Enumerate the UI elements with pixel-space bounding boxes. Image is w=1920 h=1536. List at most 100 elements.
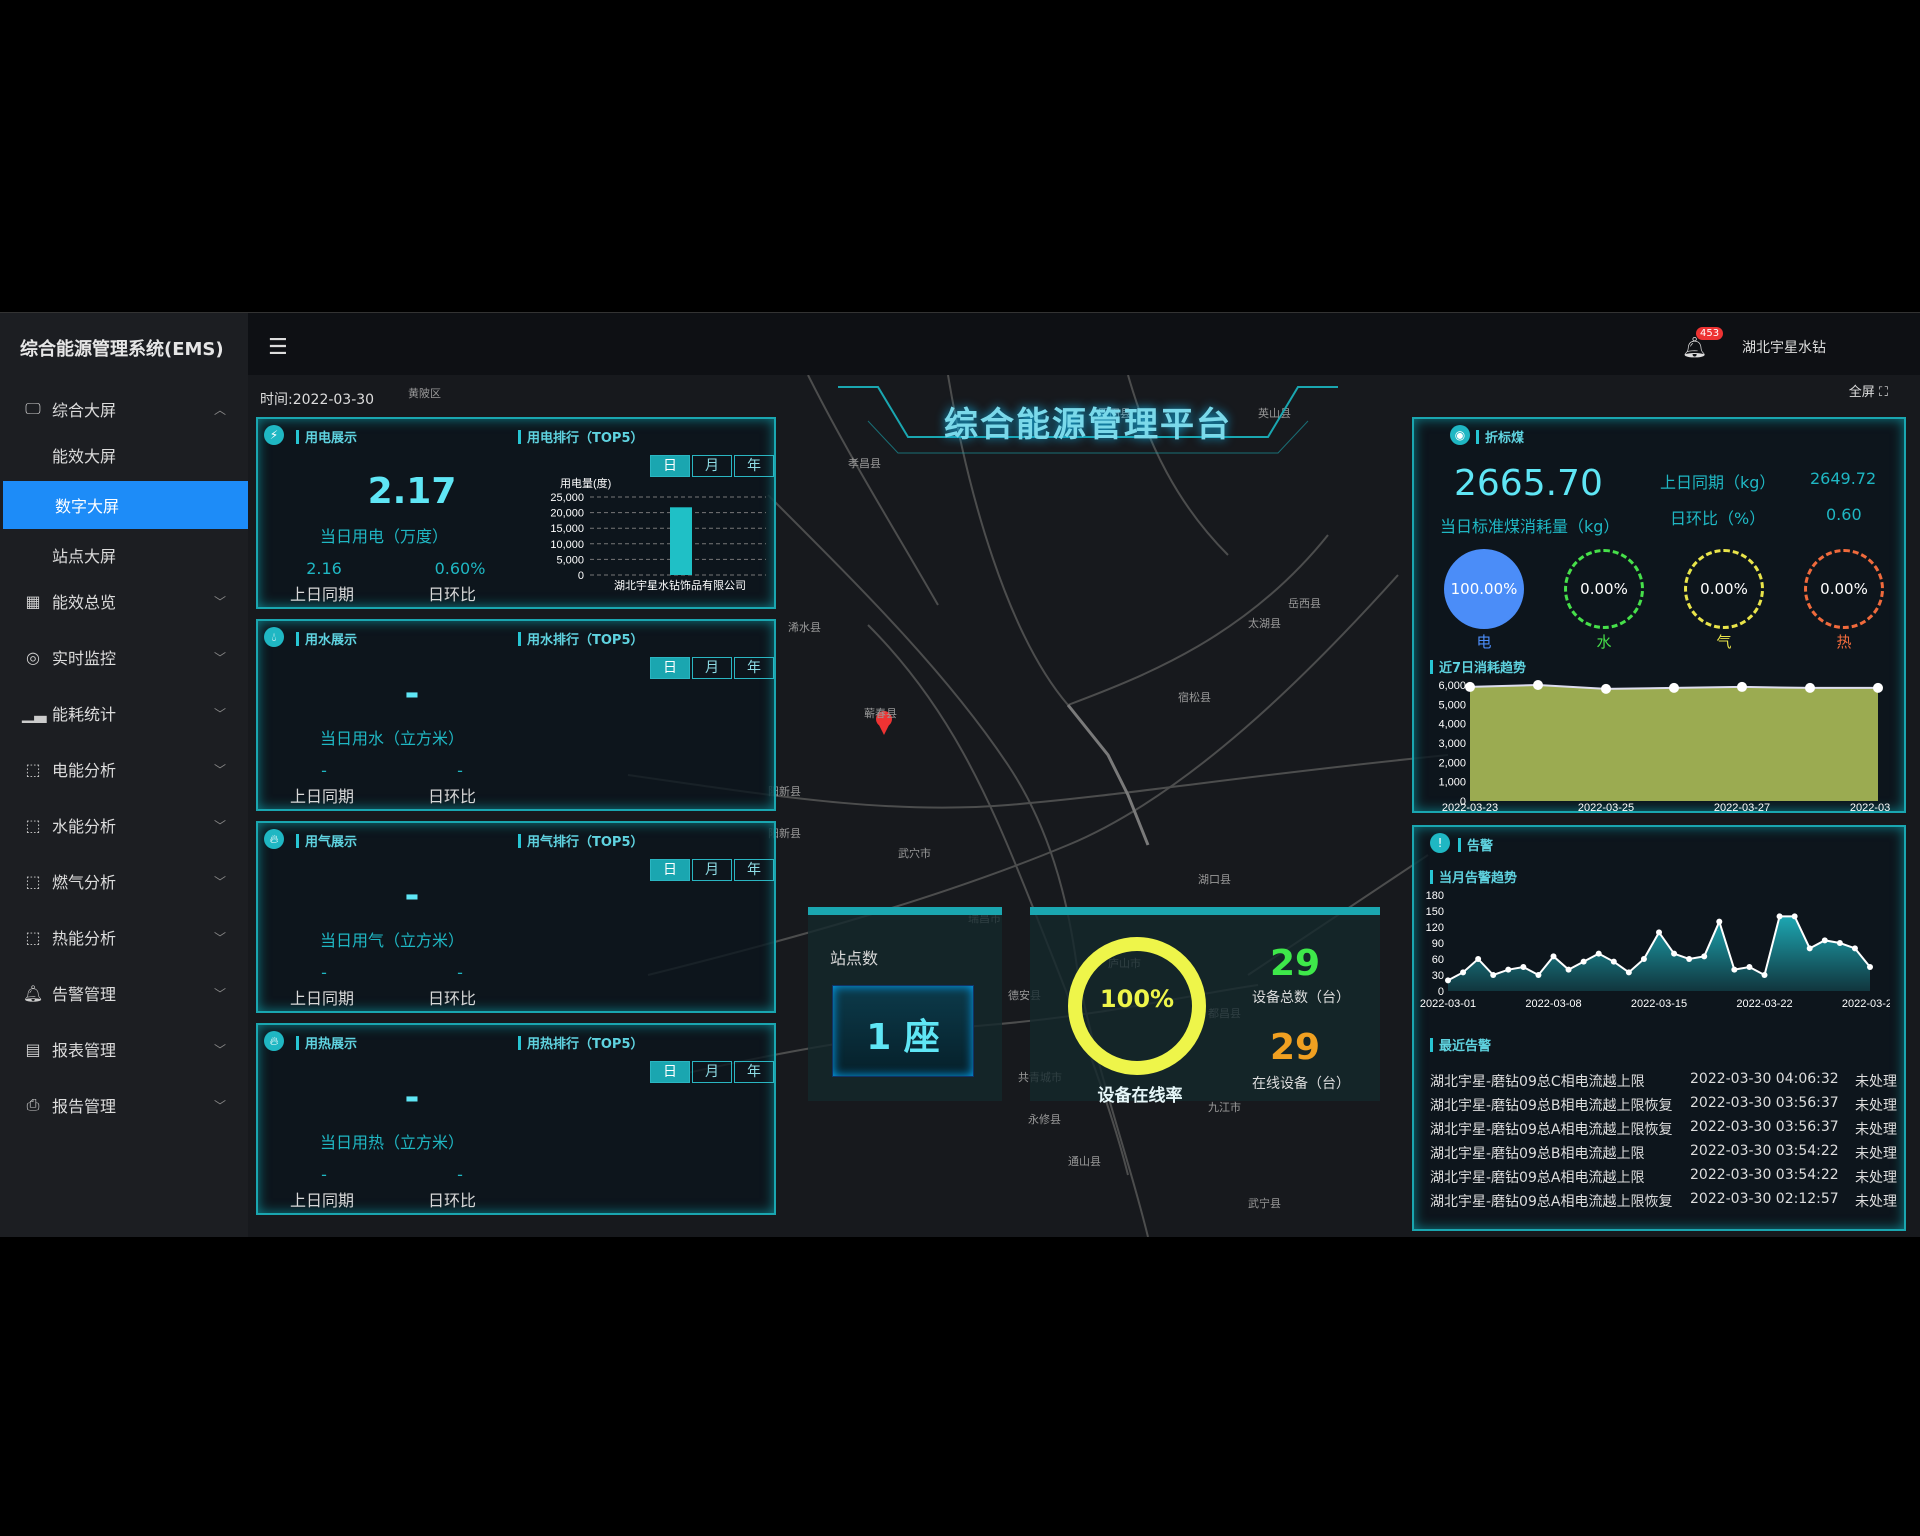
alarm-row[interactable]: 湖北宇星-磨钻09总B相电流越上限恢复 2022-03-30 03:56:37 未处… bbox=[1430, 1095, 1910, 1115]
alarm-panel: ! 告警 当月告警趋势 0 30 60 90 120 150 180 2022-03-01 20… bbox=[1412, 825, 1906, 1231]
alarm-row[interactable]: 湖北宇星-磨钻09总B相电流越上限 2022-03-30 03:54:22 未处理 bbox=[1430, 1143, 1910, 1163]
area-point bbox=[1565, 966, 1572, 973]
gas-prev-value: - bbox=[321, 963, 327, 982]
alarm-name: 湖北宇星-磨钻09总C相电流越上限 bbox=[1430, 1074, 1645, 1090]
area-xtick-label: 2022-03-29 bbox=[1842, 998, 1890, 1009]
nav-station-screen[interactable]: 站点大屏 bbox=[0, 531, 248, 579]
tab-year[interactable]: 年 bbox=[734, 1061, 774, 1083]
ratio-ring-label: 气 bbox=[1716, 633, 1732, 651]
header-right: 🔔︎ 453 湖北宇星水钻 bbox=[1660, 313, 1920, 375]
area-xtick-label: 2022-03-25 bbox=[1578, 802, 1634, 813]
nav-digital-screen[interactable]: 数字大屏 bbox=[3, 481, 248, 529]
tab-month[interactable]: 月 bbox=[692, 455, 732, 477]
tab-day[interactable]: 日 bbox=[650, 455, 690, 477]
menu-toggle-icon[interactable]: ☰ bbox=[268, 335, 288, 360]
elec-rank-title: 用电排行（TOP5） bbox=[518, 427, 644, 446]
alarm-row[interactable]: 湖北宇星-磨钻09总A相电流越上限恢复 2022-03-30 03:56:37 未处… bbox=[1430, 1119, 1910, 1139]
app-title: 综合能源管理系统(EMS) bbox=[20, 339, 224, 360]
document-icon: ▤ bbox=[25, 1039, 41, 1059]
alarm-name: 湖北宇星-磨钻09总B相电流越上限恢复 bbox=[1430, 1098, 1673, 1114]
area-point bbox=[1460, 969, 1467, 976]
area-point bbox=[1851, 945, 1858, 952]
nav-label: 水能分析 bbox=[52, 817, 117, 836]
user-name[interactable]: 湖北宇星水钻 bbox=[1742, 337, 1826, 357]
area-point bbox=[1490, 972, 1497, 978]
alarm-title: 告警 bbox=[1458, 835, 1493, 854]
nav-efficiency-screen[interactable]: 能效大屏 bbox=[0, 431, 248, 479]
app-window: 综合能源管理系统(EMS) 🖵︎ 综合大屏 ︿ 能效大屏数字大屏站点大屏 ▦ 能效总览 ﹀ ◎… bbox=[0, 312, 1920, 1237]
elec-rank-chart: 用电量(度) 0 5,000 10,000 15,000 20,000 25,000 湖北宇星… bbox=[550, 476, 766, 592]
nav-comprehensive-screen[interactable]: 🖵︎ 综合大屏 ︿ bbox=[0, 385, 248, 433]
tab-year[interactable]: 年 bbox=[734, 455, 774, 477]
tab-month[interactable]: 月 bbox=[692, 1061, 732, 1083]
alarm-row[interactable]: 湖北宇星-磨钻09总C相电流越上限 2022-03-30 04:06:32 未处理 bbox=[1430, 1071, 1910, 1091]
heat-prev-value: - bbox=[321, 1165, 327, 1184]
map-place-label: 黄陂区 bbox=[408, 387, 441, 400]
bar-ytick-label: 5,000 bbox=[556, 554, 584, 566]
nav-consumption-stats[interactable]: ▁▃ 能耗统计 ﹀ bbox=[0, 689, 248, 737]
nav-label: 电能分析 bbox=[52, 761, 117, 780]
alarm-row[interactable]: 湖北宇星-磨钻09总A相电流越上限 2022-03-30 03:54:22 未处理 bbox=[1430, 1167, 1910, 1187]
nav-label: 热能分析 bbox=[52, 929, 117, 948]
sidebar: 综合能源管理系统(EMS) 🖵︎ 综合大屏 ︿ 能效大屏数字大屏站点大屏 ▦ 能效总览 ﹀ ◎… bbox=[0, 313, 248, 1237]
tab-year[interactable]: 年 bbox=[734, 859, 774, 881]
nav-report-docs[interactable]: ⎙ 报告管理 ﹀ bbox=[0, 1081, 248, 1129]
monitor-icon: 🖵︎ bbox=[25, 399, 41, 418]
recent-alarm-title: 最近告警 bbox=[1430, 1035, 1491, 1054]
area-point bbox=[1746, 964, 1753, 970]
fullscreen-button[interactable]: 全屏 ⛶ bbox=[1849, 381, 1888, 400]
area-fill bbox=[1448, 916, 1870, 991]
elec-value: 2.17 bbox=[367, 471, 457, 512]
heat-panel: 🔥︎ 用热展示 用热排行（TOP5） 日 月 年 - 当日用热（立方米） - -… bbox=[256, 1023, 776, 1215]
alarm-time: 2022-03-30 03:56:37 bbox=[1690, 1119, 1839, 1135]
line-chart-icon: ⬚ bbox=[25, 815, 41, 835]
area-point bbox=[1595, 950, 1602, 957]
area-ytick-label: 1,000 bbox=[1438, 777, 1466, 789]
map-place-label: 浠水县 bbox=[788, 621, 821, 634]
area-point bbox=[1806, 945, 1813, 952]
coal-panel: ◉ 折标煤 2665.70 当日标准煤消耗量（kg） 上日同期（kg） 2649… bbox=[1412, 417, 1906, 813]
area-xtick-label: 2022-03-27 bbox=[1714, 802, 1770, 813]
tab-month[interactable]: 月 bbox=[692, 657, 732, 679]
nav-label: 能效大屏 bbox=[52, 447, 117, 466]
area-xtick-label: 2022-03-01 bbox=[1420, 998, 1476, 1009]
area-point bbox=[1686, 956, 1693, 962]
tab-day[interactable]: 日 bbox=[650, 657, 690, 679]
alarm-row[interactable]: 湖北宇星-磨钻09总A相电流越上限恢复 2022-03-30 02:12:57 未处… bbox=[1430, 1191, 1910, 1211]
coal-trend-title: 近7日消耗趋势 bbox=[1430, 657, 1526, 676]
tab-month[interactable]: 月 bbox=[692, 859, 732, 881]
water-panel: 💧︎ 用水展示 用水排行（TOP5） 日 月 年 - 当日用水（立方米） - -… bbox=[256, 619, 776, 811]
nav-efficiency-overview[interactable]: ▦ 能效总览 ﹀ bbox=[0, 577, 248, 625]
area-xtick-label: 2022-03-23 bbox=[1442, 802, 1498, 813]
nav-alarm-management[interactable]: 🔔︎ 告警管理 ﹀ bbox=[0, 969, 248, 1017]
alarm-status: 未处理 bbox=[1855, 1074, 1897, 1090]
area-point bbox=[1580, 958, 1587, 965]
ratio-ring-label: 水 bbox=[1596, 633, 1612, 651]
tab-day[interactable]: 日 bbox=[650, 859, 690, 881]
nav-label: 实时监控 bbox=[52, 649, 117, 668]
nav-heat-analysis[interactable]: ⬚ 热能分析 ﹀ bbox=[0, 913, 248, 961]
nav-electric-analysis[interactable]: ⬚ 电能分析 ﹀ bbox=[0, 745, 248, 793]
nav-realtime-monitor[interactable]: ◎ 实时监控 ﹀ bbox=[0, 633, 248, 681]
area-point bbox=[1625, 969, 1632, 976]
grid-icon: ▦ bbox=[25, 591, 41, 611]
alarm-time: 2022-03-30 04:06:32 bbox=[1690, 1071, 1839, 1087]
map-place-label: 宿松县 bbox=[1178, 691, 1211, 704]
nav-label: 站点大屏 bbox=[52, 547, 117, 566]
water-value: - bbox=[404, 673, 420, 714]
bar-ytick-label: 20,000 bbox=[550, 508, 584, 520]
nav-gas-analysis[interactable]: ⬚ 燃气分析 ﹀ bbox=[0, 857, 248, 905]
tab-year[interactable]: 年 bbox=[734, 657, 774, 679]
area-point bbox=[1671, 950, 1678, 957]
area-ytick-label: 2,000 bbox=[1438, 757, 1466, 769]
alarm-status: 未处理 bbox=[1855, 1146, 1897, 1162]
coal-ratio-value: 0.60 bbox=[1826, 505, 1862, 524]
alarm-time: 2022-03-30 03:56:37 bbox=[1690, 1095, 1839, 1111]
area-point bbox=[1533, 680, 1543, 690]
chevron-down-icon: ﹀ bbox=[213, 874, 226, 889]
device-online-value: 29 bbox=[1270, 1027, 1321, 1068]
nav-report-management[interactable]: ▤ 报表管理 ﹀ bbox=[0, 1025, 248, 1073]
tab-day[interactable]: 日 bbox=[650, 1061, 690, 1083]
gas-title: 用气展示 bbox=[296, 831, 357, 850]
nav-water-analysis[interactable]: ⬚ 水能分析 ﹀ bbox=[0, 801, 248, 849]
